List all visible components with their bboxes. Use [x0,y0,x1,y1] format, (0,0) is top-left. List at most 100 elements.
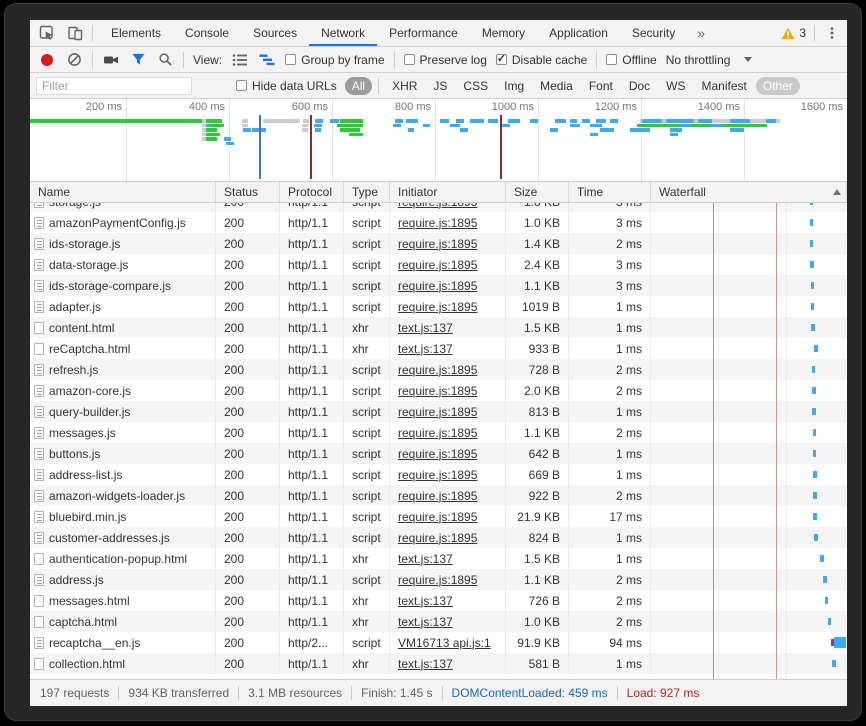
initiator-link[interactable]: require.js:1895 [398,510,477,524]
table-row[interactable]: address.js200http/1.1scriptrequire.js:18… [30,569,847,590]
column-header-initiator[interactable]: Initiator [390,182,506,202]
throttling-dropdown[interactable]: No throttling [666,53,753,67]
checkbox[interactable] [404,54,415,65]
waterfall-bar[interactable] [813,429,817,436]
initiator-link[interactable]: require.js:1895 [398,468,477,482]
waterfall-bar[interactable] [820,555,824,562]
table-row[interactable]: query-builder.js200http/1.1scriptrequire… [30,401,847,422]
sort-ascending-icon[interactable] [833,189,841,195]
offline-checkbox[interactable]: Offline [606,53,656,67]
device-toolbar-icon[interactable] [66,24,84,42]
initiator-link[interactable]: text.js:137 [398,552,453,566]
waterfall-bar[interactable] [813,513,817,520]
search-icon[interactable] [156,51,174,69]
initiator-link[interactable]: require.js:1895 [398,363,477,377]
checkbox[interactable] [606,54,617,65]
tab-sources[interactable]: Sources [241,20,309,46]
filter-pill-ws[interactable]: WS [659,77,692,95]
console-warning-badge[interactable]: 3 [781,26,806,40]
initiator-link[interactable]: text.js:137 [398,615,453,629]
initiator-link[interactable]: require.js:1895 [398,237,477,251]
checkbox[interactable] [236,80,247,91]
waterfall-bar[interactable] [814,345,818,352]
filter-pill-font[interactable]: Font [582,77,620,95]
column-header-protocol[interactable]: Protocol [280,182,344,202]
waterfall-bar[interactable] [810,219,814,226]
waterfall-bar[interactable] [811,324,815,331]
waterfall-bar[interactable] [812,366,816,373]
table-row[interactable]: buttons.js200http/1.1scriptrequire.js:18… [30,443,847,464]
waterfall-bar[interactable] [811,282,815,289]
filter-pill-all[interactable]: All [345,77,372,95]
table-row[interactable]: data-storage.js200http/1.1scriptrequire.… [30,254,847,275]
checkbox-checked[interactable] [496,54,507,65]
waterfall-bar[interactable] [834,637,846,648]
initiator-link[interactable]: text.js:137 [398,594,453,608]
clear-button[interactable] [65,51,83,69]
table-row[interactable]: content.html200http/1.1xhrtext.js:1371.5… [30,317,847,338]
initiator-link[interactable]: require.js:1895 [398,405,477,419]
preserve-log-checkbox[interactable]: Preserve log [404,53,487,67]
table-row[interactable]: messages.js200http/1.1scriptrequire.js:1… [30,422,847,443]
waterfall-bar[interactable] [813,450,817,457]
inspect-element-icon[interactable] [38,24,56,42]
tab-performance[interactable]: Performance [377,20,470,46]
table-row[interactable]: adapter.js200http/1.1scriptrequire.js:18… [30,296,847,317]
table-row[interactable]: ids-storage-compare.js200http/1.1scriptr… [30,275,847,296]
column-header-type[interactable]: Type [344,182,390,202]
waterfall-bar[interactable] [813,492,817,499]
initiator-link[interactable]: require.js:1895 [398,258,477,272]
initiator-link[interactable]: require.js:1895 [398,447,477,461]
column-header-time[interactable]: Time [569,182,651,202]
initiator-link[interactable]: text.js:137 [398,342,453,356]
waterfall-bar[interactable] [810,203,814,205]
initiator-link[interactable]: text.js:137 [398,321,453,335]
table-row[interactable]: messages.html200http/1.1xhrtext.js:13772… [30,590,847,611]
initiator-link[interactable]: require.js:1895 [398,426,477,440]
table-row[interactable]: address-list.js200http/1.1scriptrequire.… [30,464,847,485]
table-row[interactable]: amazonPaymentConfig.js200http/1.1scriptr… [30,212,847,233]
checkbox[interactable] [285,54,296,65]
tab-application[interactable]: Application [537,20,620,46]
initiator-link[interactable]: require.js:1895 [398,279,477,293]
initiator-link[interactable]: require.js:1895 [398,203,477,209]
table-row[interactable]: refresh.js200http/1.1scriptrequire.js:18… [30,359,847,380]
column-header-size[interactable]: Size [506,182,569,202]
disable-cache-checkbox[interactable]: Disable cache [496,53,587,67]
filter-pill-xhr[interactable]: XHR [385,77,424,95]
table-row[interactable]: amazon-widgets-loader.js200http/1.1scrip… [30,485,847,506]
tab-network[interactable]: Network [309,20,377,46]
kebab-menu-icon[interactable] [823,24,841,42]
initiator-link[interactable]: require.js:1895 [398,300,477,314]
group-by-frame-checkbox[interactable]: Group by frame [285,53,384,67]
waterfall-bar[interactable] [814,534,818,541]
initiator-link[interactable]: require.js:1895 [398,216,477,230]
table-row[interactable]: captcha.html200http/1.1xhrtext.js:1371.0… [30,611,847,632]
list-view-icon[interactable] [231,51,249,69]
table-row[interactable]: recaptcha__en.js200http/2...scriptVM1671… [30,632,847,653]
table-row[interactable]: collection.html200http/1.1xhrtext.js:137… [30,653,847,674]
tab-security[interactable]: Security [620,20,687,46]
initiator-link[interactable]: require.js:1895 [398,531,477,545]
waterfall-bar[interactable] [825,597,829,604]
column-header-status[interactable]: Status [216,182,280,202]
filter-pill-other[interactable]: Other [756,77,800,95]
record-button[interactable] [38,51,56,69]
waterfall-view-icon[interactable] [258,51,276,69]
table-row[interactable]: customer-addresses.js200http/1.1scriptre… [30,527,847,548]
waterfall-bar[interactable] [812,387,816,394]
table-row[interactable]: ids-storage.js200http/1.1scriptrequire.j… [30,233,847,254]
filter-input[interactable] [36,77,192,95]
waterfall-bar[interactable] [810,240,814,247]
initiator-link[interactable]: require.js:1895 [398,384,477,398]
table-row[interactable]: storage.js200http/1.1scriptrequire.js:18… [30,203,847,212]
initiator-link[interactable]: VM16713 api.js:1 [398,636,491,650]
tab-console[interactable]: Console [173,20,241,46]
waterfall-bar[interactable] [813,471,817,478]
filter-pill-img[interactable]: Img [497,77,531,95]
waterfall-bar[interactable] [810,261,814,268]
table-row[interactable]: amazon-core.js200http/1.1scriptrequire.j… [30,380,847,401]
waterfall-bar[interactable] [811,303,815,310]
tab-elements[interactable]: Elements [99,20,173,46]
waterfall-bar[interactable] [832,660,836,667]
